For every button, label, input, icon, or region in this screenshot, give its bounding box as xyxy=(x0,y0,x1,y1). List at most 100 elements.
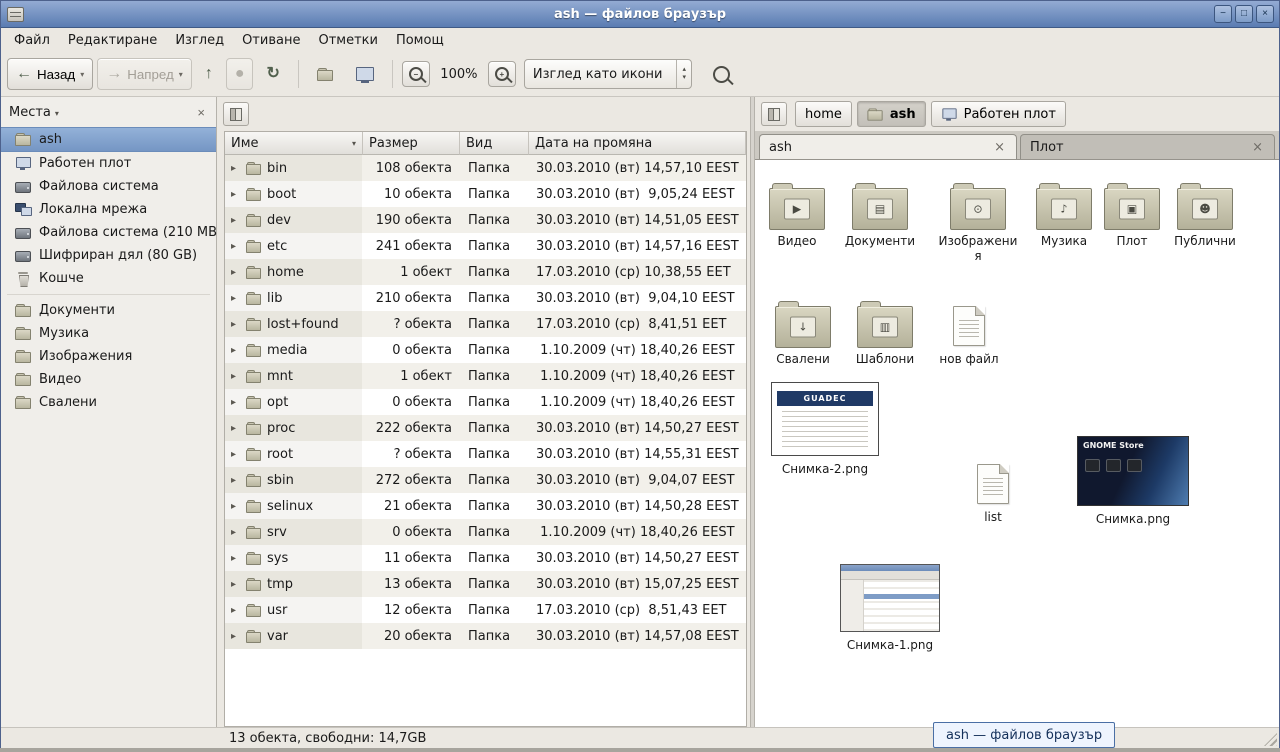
sidebar-item-Свалени[interactable]: Свалени xyxy=(1,391,216,414)
expander-icon[interactable]: ▸ xyxy=(231,605,241,616)
table-row-var[interactable]: ▸var20 обектаПапка30.03.2010 (вт) 14,57,… xyxy=(225,623,746,649)
file-list[interactable]: list xyxy=(951,452,1035,525)
tab-close-icon[interactable]: × xyxy=(992,140,1007,155)
file-Публични[interactable]: ☻Публични xyxy=(1163,176,1247,249)
column-header-type[interactable]: Вид xyxy=(460,132,529,155)
menu-Изглед[interactable]: Изглед xyxy=(166,30,233,51)
path-button-ash[interactable]: ash xyxy=(857,101,926,127)
expander-icon[interactable]: ▸ xyxy=(231,553,241,564)
table-row-srv[interactable]: ▸srv0 обектаПапка 1.10.2009 (чт) 18,40,2… xyxy=(225,519,746,545)
zoom-in-button[interactable]: + xyxy=(488,61,516,87)
close-button[interactable]: × xyxy=(1256,5,1274,23)
table-row-dev[interactable]: ▸dev190 обектаПапка30.03.2010 (вт) 14,51… xyxy=(225,207,746,233)
left-pane-location-button[interactable] xyxy=(223,102,249,126)
sidebar-item-Работен плот[interactable]: Работен плот xyxy=(1,152,216,175)
expander-icon[interactable]: ▸ xyxy=(231,241,241,252)
expander-icon[interactable]: ▸ xyxy=(231,501,241,512)
expander-icon[interactable]: ▸ xyxy=(231,579,241,590)
file-Изображения[interactable]: ⊙Изображения xyxy=(936,176,1020,264)
expander-icon[interactable]: ▸ xyxy=(231,371,241,382)
table-row-proc[interactable]: ▸proc222 обектаПапка30.03.2010 (вт) 14,5… xyxy=(225,415,746,441)
sidebar-item-Музика[interactable]: Музика xyxy=(1,322,216,345)
expander-icon[interactable]: ▸ xyxy=(231,345,241,356)
menu-Редактиране[interactable]: Редактиране xyxy=(59,30,166,51)
column-header-size[interactable]: Размер xyxy=(363,132,460,155)
table-row-root[interactable]: ▸root? обектаПапка30.03.2010 (вт) 14,55,… xyxy=(225,441,746,467)
table-row-boot[interactable]: ▸boot10 обектаПапка30.03.2010 (вт) 9,05,… xyxy=(225,181,746,207)
chevron-down-icon[interactable]: ▾ xyxy=(55,109,59,118)
file-Плот[interactable]: ▣Плот xyxy=(1090,176,1174,249)
up-button[interactable]: ↑ xyxy=(196,58,222,90)
back-button[interactable]: ← Назад ▾ xyxy=(7,58,93,90)
right-pane-location-button[interactable] xyxy=(761,102,787,126)
maximize-button[interactable]: □ xyxy=(1235,5,1253,23)
sidebar-item-Шифриран дял (80 GB)[interactable]: Шифриран дял (80 GB) xyxy=(1,244,216,267)
expander-icon[interactable]: ▸ xyxy=(231,163,241,174)
minimize-button[interactable]: − xyxy=(1214,5,1232,23)
menu-Отметки[interactable]: Отметки xyxy=(309,30,386,51)
titlebar[interactable]: ash — файлов браузър − □ × xyxy=(1,1,1279,28)
table-row-lib[interactable]: ▸lib210 обектаПапка30.03.2010 (вт) 9,04,… xyxy=(225,285,746,311)
sidebar-close-icon[interactable]: × xyxy=(194,105,208,120)
sidebar-item-ash[interactable]: ash xyxy=(1,127,216,152)
table-row-sys[interactable]: ▸sys11 обектаПапка30.03.2010 (вт) 14,50,… xyxy=(225,545,746,571)
file-Снимка-1.png[interactable]: Снимка-1.png xyxy=(837,564,943,653)
table-row-etc[interactable]: ▸etc241 обектаПапка30.03.2010 (вт) 14,57… xyxy=(225,233,746,259)
taskbar-window-button[interactable]: ash — файлов браузър xyxy=(933,722,1115,748)
table-row-usr[interactable]: ▸usr12 обектаПапка17.03.2010 (ср) 8,51,4… xyxy=(225,597,746,623)
file-Снимка.png[interactable]: GNOME StoreСнимка.png xyxy=(1080,436,1186,527)
menu-Помощ[interactable]: Помощ xyxy=(387,30,453,51)
search-button[interactable] xyxy=(704,58,739,90)
sidebar-item-Документи[interactable]: Документи xyxy=(1,299,216,322)
sidebar-item-Изображения[interactable]: Изображения xyxy=(1,345,216,368)
expander-icon[interactable]: ▸ xyxy=(231,631,241,642)
table-row-media[interactable]: ▸media0 обектаПапка 1.10.2009 (чт) 18,40… xyxy=(225,337,746,363)
sidebar-item-Локална мрежа[interactable]: Локална мрежа xyxy=(1,198,216,221)
sidebar-item-Кошче[interactable]: Кошче xyxy=(1,267,216,290)
expander-icon[interactable]: ▸ xyxy=(231,423,241,434)
expander-icon[interactable]: ▸ xyxy=(231,189,241,200)
resize-grip[interactable] xyxy=(1264,733,1277,746)
zoom-out-button[interactable]: − xyxy=(402,61,430,87)
list-body[interactable]: ▸bin108 обектаПапка30.03.2010 (вт) 14,57… xyxy=(225,155,746,726)
file-Видео[interactable]: ▶Видео xyxy=(755,176,839,249)
expander-icon[interactable]: ▸ xyxy=(231,475,241,486)
file-Шаблони[interactable]: ▥Шаблони xyxy=(843,294,927,367)
file-нов файл[interactable]: нов файл xyxy=(927,294,1011,367)
computer-button[interactable] xyxy=(347,58,383,90)
table-row-lost+found[interactable]: ▸lost+found? обектаПапка17.03.2010 (ср) … xyxy=(225,311,746,337)
stop-button[interactable]: ● xyxy=(226,58,254,90)
tab-close-icon[interactable]: × xyxy=(1250,140,1265,155)
forward-button[interactable]: → Напред ▾ xyxy=(97,58,192,90)
table-row-home[interactable]: ▸home1 обектПапка17.03.2010 (ср) 10,38,5… xyxy=(225,259,746,285)
table-row-bin[interactable]: ▸bin108 обектаПапка30.03.2010 (вт) 14,57… xyxy=(225,155,746,181)
icon-view[interactable]: ▶Видео▤Документи⊙Изображения♪Музика▣Плот… xyxy=(755,160,1279,727)
menu-Файл[interactable]: Файл xyxy=(5,30,59,51)
sidebar-item-Файлова система (210 MB)[interactable]: Файлова система (210 MB) xyxy=(1,221,216,244)
path-button-Работен плот[interactable]: Работен плот xyxy=(931,101,1066,127)
column-header-date[interactable]: Дата на промяна xyxy=(529,132,746,155)
table-row-mnt[interactable]: ▸mnt1 обектПапка 1.10.2009 (чт) 18,40,26… xyxy=(225,363,746,389)
file-Снимка-2.png[interactable]: GUADECСнимка-2.png xyxy=(772,382,878,477)
expander-icon[interactable]: ▸ xyxy=(231,293,241,304)
menu-Отиване[interactable]: Отиване xyxy=(233,30,309,51)
sidebar-item-Видео[interactable]: Видео xyxy=(1,368,216,391)
expander-icon[interactable]: ▸ xyxy=(231,319,241,330)
tab-Плот[interactable]: Плот× xyxy=(1020,134,1275,159)
tab-ash[interactable]: ash× xyxy=(759,134,1017,159)
sidebar-item-Файлова система[interactable]: Файлова система xyxy=(1,175,216,198)
table-row-opt[interactable]: ▸opt0 обектаПапка 1.10.2009 (чт) 18,40,2… xyxy=(225,389,746,415)
table-row-tmp[interactable]: ▸tmp13 обектаПапка30.03.2010 (вт) 15,07,… xyxy=(225,571,746,597)
expander-icon[interactable]: ▸ xyxy=(231,397,241,408)
view-mode-select[interactable]: Изглед като икони ▴▾ xyxy=(524,59,692,89)
expander-icon[interactable]: ▸ xyxy=(231,449,241,460)
expander-icon[interactable]: ▸ xyxy=(231,215,241,226)
file-Документи[interactable]: ▤Документи xyxy=(838,176,922,249)
reload-button[interactable]: ↻ xyxy=(257,58,288,90)
path-button-home[interactable]: home xyxy=(795,101,852,127)
table-row-selinux[interactable]: ▸selinux21 обектаПапка30.03.2010 (вт) 14… xyxy=(225,493,746,519)
file-Свалени[interactable]: ↓Свалени xyxy=(761,294,845,367)
expander-icon[interactable]: ▸ xyxy=(231,527,241,538)
home-button[interactable] xyxy=(308,58,343,90)
table-row-sbin[interactable]: ▸sbin272 обектаПапка30.03.2010 (вт) 9,04… xyxy=(225,467,746,493)
